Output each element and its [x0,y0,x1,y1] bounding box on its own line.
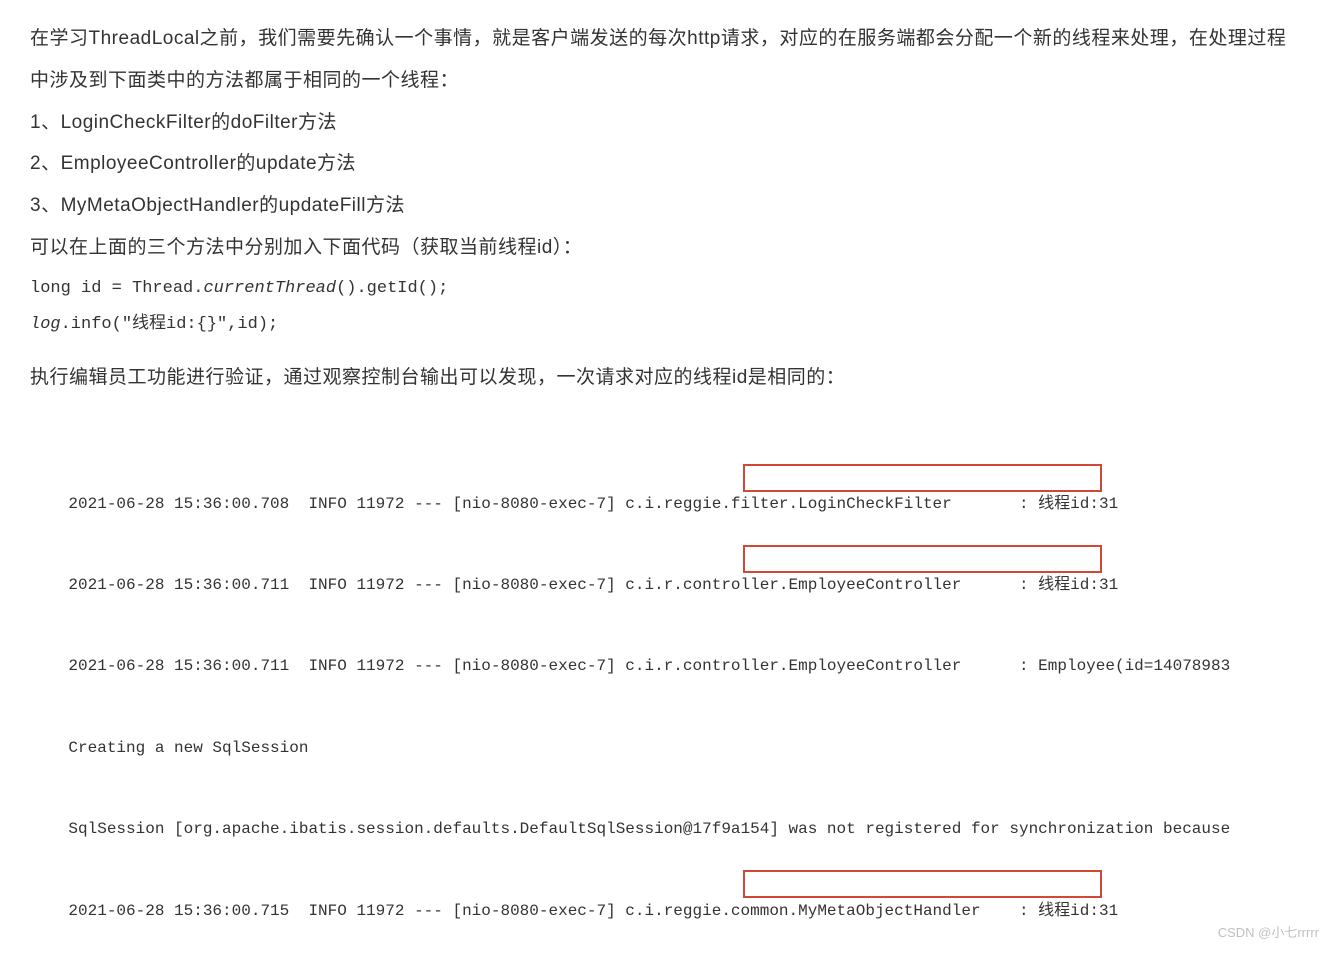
log-row: 2021-06-28 15:36:00.711 INFO 11972 --- [… [68,657,1230,675]
highlight-box [743,545,1102,573]
code-text: ().getId(); [336,279,448,298]
code-italic: log [30,315,61,334]
log-output: 2021-06-28 15:36:00.708 INFO 11972 --- [… [30,409,1295,924]
highlight-box [743,870,1102,898]
log-row: Creating a new SqlSession [68,739,308,757]
log-row: 2021-06-28 15:36:00.715 INFO 11972 --- [… [68,902,1118,920]
code-text: long id = Thread. [30,279,203,298]
result-paragraph: 执行编辑员工功能进行验证，通过观察控制台输出可以发现，一次请求对应的线程id是相… [30,357,1295,399]
intro-paragraph: 在学习ThreadLocal之前，我们需要先确认一个事情，就是客户端发送的每次h… [30,18,1295,102]
list-item-2: 2、EmployeeController的update方法 [30,143,1295,185]
code-text: .info("线程id:{}",id); [61,315,279,334]
watermark: CSDN @小七rrrrr [1218,922,1319,941]
list-item-3: 3、MyMetaObjectHandler的updateFill方法 [30,185,1295,227]
log-row: SqlSession [org.apache.ibatis.session.de… [68,820,1230,838]
code-line-1: long id = Thread.currentThread().getId()… [30,273,1295,305]
log-row: 2021-06-28 15:36:00.711 INFO 11972 --- [… [68,576,1118,594]
list-item-1: 1、LoginCheckFilter的doFilter方法 [30,102,1295,144]
code-line-2: log.info("线程id:{}",id); [30,309,1295,341]
highlight-box [743,464,1102,492]
code-italic: currentThread [203,279,336,298]
log-row: 2021-06-28 15:36:00.708 INFO 11972 --- [… [68,495,1118,513]
instruction-paragraph: 可以在上面的三个方法中分别加入下面代码（获取当前线程id）： [30,227,1295,269]
